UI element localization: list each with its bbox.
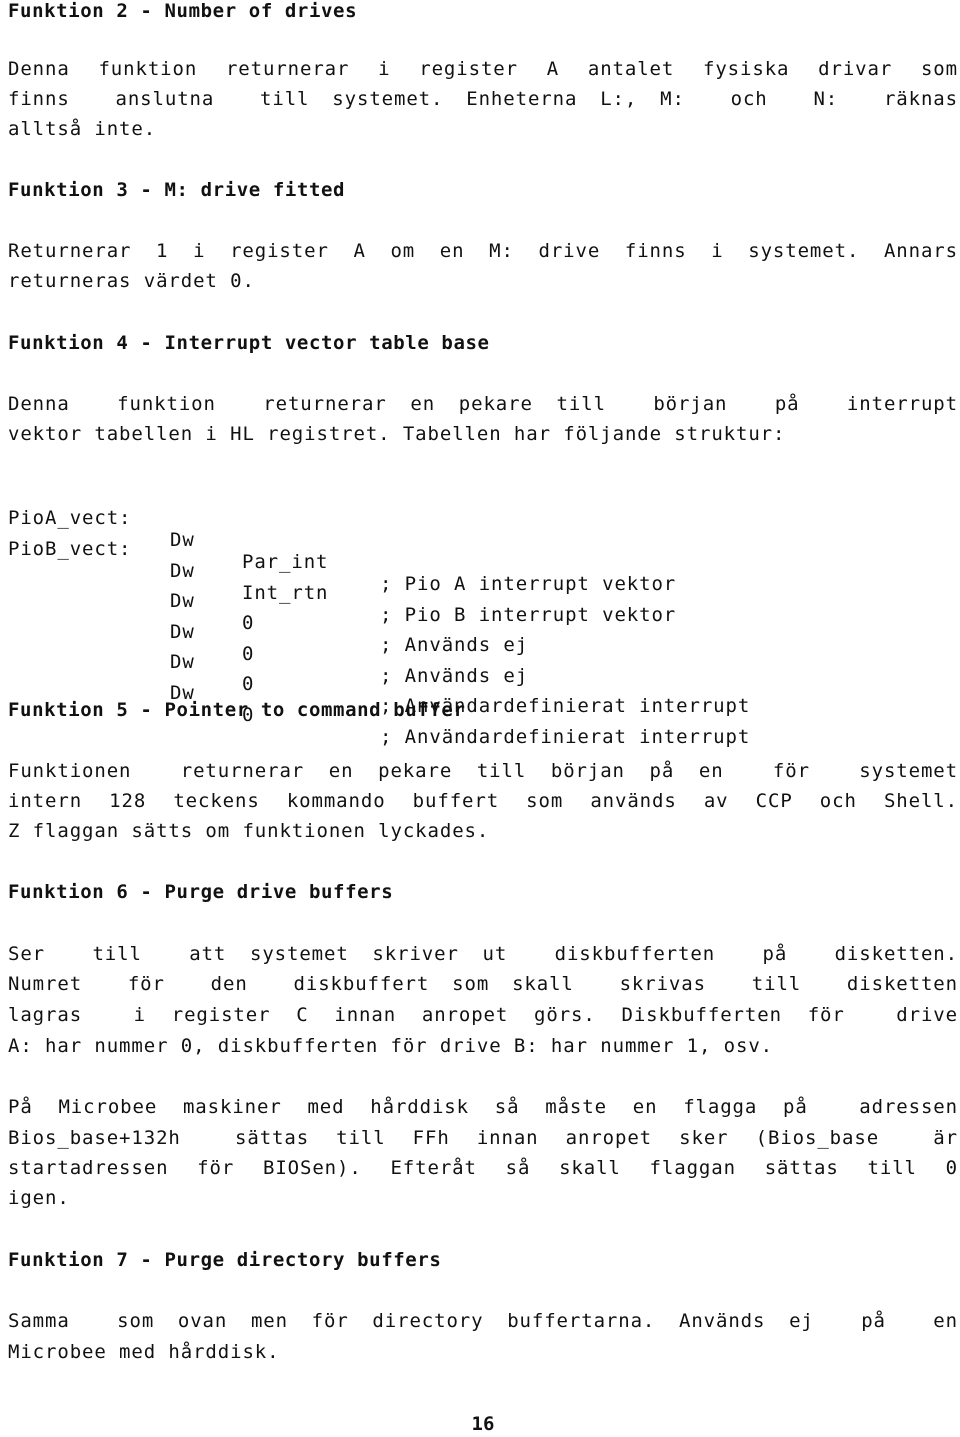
- paragraph-line: Ser till att systemet skriver ut diskbuf…: [8, 943, 958, 965]
- paragraph-line: Bios_base+132h sättas till FFh innan anr…: [8, 1127, 958, 1149]
- paragraph-line: Funktionen returnerar en pekare till bör…: [8, 760, 958, 782]
- section-heading-funktion-3: Funktion 3 - M: drive fitted: [8, 179, 346, 201]
- section-heading-funktion-5: Funktion 5 - Pointer to command buffer: [8, 699, 466, 721]
- paragraph-line: På Microbee maskiner med hårddisk så mås…: [8, 1096, 958, 1118]
- paragraph-line: startadressen för BIOSen). Efteråt så sk…: [8, 1157, 958, 1179]
- code-arg: Par_int: [242, 551, 329, 573]
- paragraph-line: Denna funktion returnerar i register A a…: [8, 58, 958, 80]
- section-heading-funktion-4: Funktion 4 - Interrupt vector table base: [8, 332, 490, 354]
- code-comment: ; Pio A interrupt vektor: [380, 573, 677, 595]
- paragraph-line: lagras i register C innan anropet görs. …: [8, 1004, 958, 1026]
- code-op: Dw: [170, 651, 195, 673]
- paragraph-line: Samma som ovan men för directory buffert…: [8, 1310, 958, 1332]
- code-op: Dw: [170, 590, 195, 612]
- paragraph-line: returneras värdet 0.: [8, 270, 255, 292]
- page-number: 16: [471, 1413, 495, 1435]
- code-arg: 0: [242, 673, 255, 695]
- paragraph-line: Denna funktion returnerar en pekare till…: [8, 393, 958, 415]
- code-op: Dw: [170, 529, 195, 551]
- code-op: Dw: [170, 560, 195, 582]
- paragraph-line: alltså inte.: [8, 118, 157, 140]
- paragraph-line: Microbee med hårddisk.: [8, 1341, 280, 1363]
- paragraph-line: vektor tabellen i HL registret. Tabellen…: [8, 423, 786, 445]
- code-comment: ; Används ej: [380, 665, 529, 687]
- paragraph-line: Z flaggan sätts om funktionen lyckades.: [8, 820, 490, 842]
- code-arg: 0: [242, 612, 255, 634]
- code-comment: ; Användardefinierat interrupt: [380, 726, 751, 748]
- code-op: Dw: [170, 621, 195, 643]
- section-heading-funktion-7: Funktion 7 - Purge directory buffers: [8, 1249, 442, 1271]
- paragraph-line: finns anslutna till systemet. Enheterna …: [8, 88, 958, 110]
- paragraph-line: A: har nummer 0, diskbufferten för drive…: [8, 1035, 774, 1057]
- paragraph-line: igen.: [8, 1187, 70, 1209]
- code-arg: 0: [242, 643, 255, 665]
- code-arg: Int_rtn: [242, 582, 329, 604]
- section-heading-funktion-2: Funktion 2 - Number of drives: [8, 0, 358, 22]
- paragraph-line: Numret för den diskbuffert som skall skr…: [8, 973, 958, 995]
- paragraph-line: Returnerar 1 i register A om en M: drive…: [8, 240, 958, 262]
- code-comment: ; Pio B interrupt vektor: [380, 604, 677, 626]
- code-comment: ; Används ej: [380, 634, 529, 656]
- paragraph-line: intern 128 teckens kommando buffert som …: [8, 790, 958, 812]
- section-heading-funktion-6: Funktion 6 - Purge drive buffers: [8, 881, 394, 903]
